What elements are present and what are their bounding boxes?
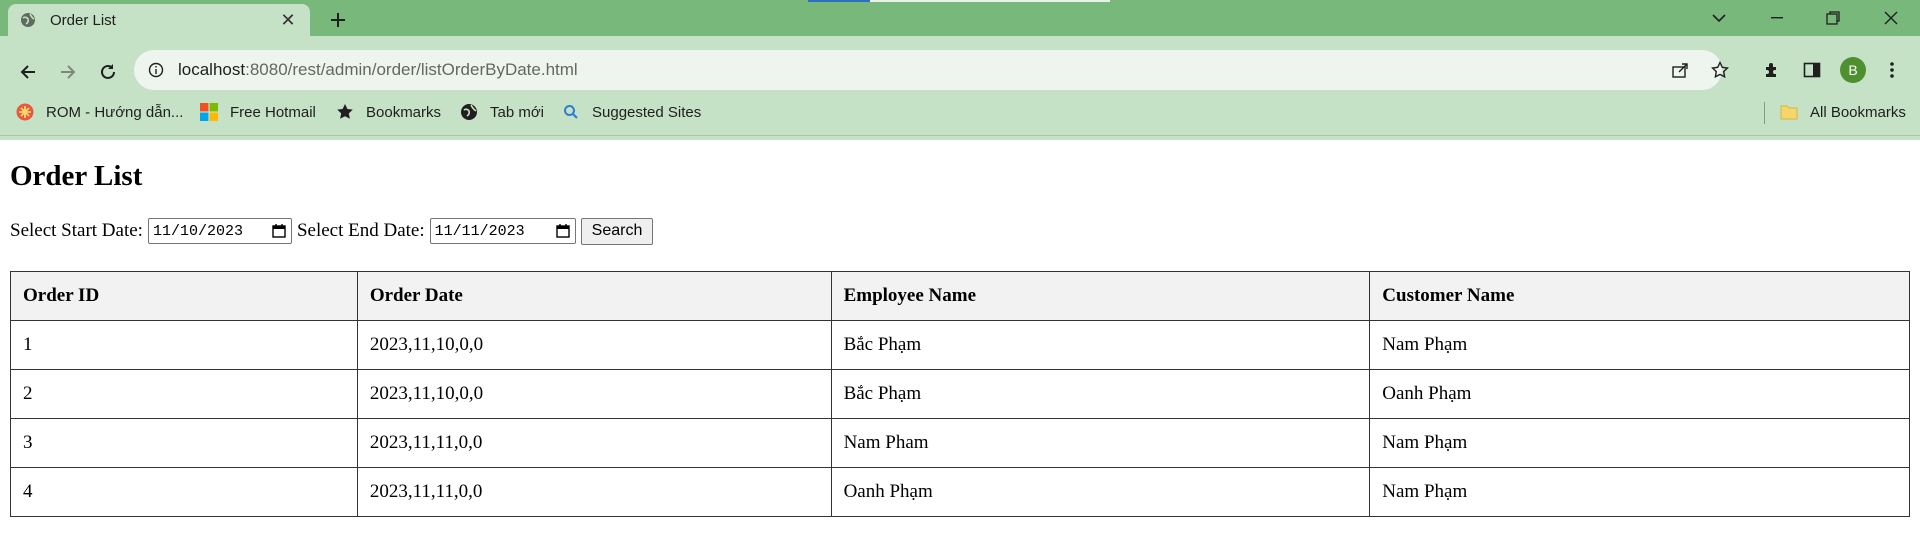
start-date-label: Select Start Date: — [10, 220, 143, 241]
calendar-icon[interactable] — [271, 223, 287, 239]
cell-customer-name: Nam Phạm — [1369, 467, 1910, 517]
cell-customer-name: Nam Phạm — [1369, 320, 1910, 370]
folder-icon — [1780, 103, 1798, 121]
bookmark-label: Bookmarks — [366, 103, 442, 121]
bookmark-bookmarks[interactable]: Bookmarks — [336, 100, 441, 124]
column-header-employee-name: Employee Name — [830, 271, 1371, 321]
tab-order-list[interactable]: Order List ✕ — [8, 4, 310, 36]
table-row: 1 2023,11,10,0,0 Bắc Phạm Nam Phạm — [10, 320, 1910, 370]
column-header-order-id: Order ID — [10, 271, 358, 321]
bookmark-rom[interactable]: ROM - Hướng dẫn... — [16, 100, 183, 124]
cell-order-date: 2023,11,10,0,0 — [356, 320, 832, 370]
column-header-order-date: Order Date — [356, 271, 832, 321]
cell-employee-name: Oanh Phạm — [830, 467, 1371, 517]
start-date-value: 11/10/2023 — [152, 222, 243, 240]
side-panel-icon[interactable] — [1800, 58, 1824, 82]
bookmark-suggested-sites[interactable]: Suggested Sites — [562, 100, 701, 124]
windows-logo-icon — [200, 103, 218, 121]
end-date-label: Select End Date: — [296, 220, 425, 241]
restore-icon[interactable] — [1818, 6, 1848, 30]
table-header-row: Order ID Order Date Employee Name Custom… — [10, 271, 1910, 321]
all-bookmarks-label: All Bookmarks — [1810, 103, 1906, 121]
back-button[interactable] — [14, 58, 42, 86]
date-filter-form: Select Start Date: 11/10/2023 Select End… — [10, 217, 654, 245]
page-content: Order List Select Start Date: 11/10/2023… — [0, 136, 1920, 540]
bookmark-label: Tab mới — [490, 103, 545, 121]
forward-button[interactable] — [54, 58, 82, 86]
table-row: 4 2023,11,11,0,0 Oanh Phạm Nam Phạm — [10, 467, 1910, 517]
tab-strip: Order List ✕ — [0, 0, 1920, 36]
extensions-icon[interactable] — [1760, 58, 1784, 82]
globe-icon — [460, 103, 478, 121]
cell-order-id: 3 — [10, 418, 358, 468]
cell-customer-name: Nam Phạm — [1369, 418, 1910, 468]
reload-button[interactable] — [94, 58, 122, 86]
end-date-input[interactable]: 11/11/2023 — [429, 218, 576, 244]
bookmark-tab-moi[interactable]: Tab mới — [460, 100, 544, 124]
all-bookmarks-button[interactable]: All Bookmarks — [1780, 100, 1906, 124]
calendar-icon[interactable] — [555, 223, 571, 239]
cell-order-id: 1 — [10, 320, 358, 370]
orders-table: Order ID Order Date Employee Name Custom… — [10, 271, 1910, 517]
cell-order-date: 2023,11,10,0,0 — [356, 369, 832, 419]
tab-search-icon[interactable] — [1704, 6, 1734, 30]
minimize-icon[interactable] — [1762, 6, 1792, 30]
address-bar[interactable]: localhost:8080/rest/admin/order/listOrde… — [134, 50, 1729, 90]
bookmark-star-icon[interactable] — [1710, 60, 1730, 80]
close-window-icon[interactable] — [1876, 6, 1906, 30]
tab-group-indicator-light — [870, 0, 1110, 2]
bookmark-label: ROM - Hướng dẫn... — [46, 103, 184, 121]
start-date-input[interactable]: 11/10/2023 — [147, 218, 292, 244]
table-row: 2 2023,11,10,0,0 Bắc Phạm Oanh Phạm — [10, 369, 1910, 419]
bookmark-free-hotmail[interactable]: Free Hotmail — [200, 100, 316, 124]
close-tab-icon[interactable]: ✕ — [278, 10, 298, 30]
cell-order-id: 2 — [10, 369, 358, 419]
url-text: localhost:8080/rest/admin/order/listOrde… — [178, 60, 578, 80]
cell-order-date: 2023,11,11,0,0 — [356, 467, 832, 517]
cell-customer-name: Oanh Phạm — [1369, 369, 1910, 419]
tab-group-indicator — [808, 0, 870, 2]
cell-employee-name: Bắc Phạm — [830, 369, 1371, 419]
search-button[interactable]: Search — [580, 217, 654, 245]
bookmark-label: Free Hotmail — [230, 103, 316, 121]
cell-employee-name: Nam Pham — [830, 418, 1371, 468]
tab-title: Order List — [50, 11, 116, 29]
cell-order-date: 2023,11,11,0,0 — [356, 418, 832, 468]
profile-avatar[interactable]: B — [1840, 57, 1866, 83]
share-icon[interactable] — [1670, 60, 1690, 80]
bookmark-label: Suggested Sites — [592, 103, 702, 121]
cell-employee-name: Bắc Phạm — [830, 320, 1371, 370]
page-title: Order List — [10, 160, 143, 192]
bookmark-separator — [1764, 102, 1765, 124]
star-icon — [336, 103, 354, 121]
search-icon — [562, 103, 580, 121]
orange-flower-icon — [16, 103, 34, 121]
end-date-value: 11/11/2023 — [434, 222, 525, 240]
site-info-icon[interactable] — [148, 62, 164, 78]
menu-kebab-icon[interactable] — [1880, 58, 1904, 82]
cell-order-id: 4 — [10, 467, 358, 517]
column-header-customer-name: Customer Name — [1369, 271, 1910, 321]
globe-icon — [20, 12, 36, 28]
new-tab-button[interactable] — [326, 8, 350, 32]
url-path: :8080/rest/admin/order/listOrderByDate.h… — [245, 60, 578, 79]
table-row: 3 2023,11,11,0,0 Nam Pham Nam Phạm — [10, 418, 1910, 468]
url-host: localhost — [178, 60, 246, 79]
